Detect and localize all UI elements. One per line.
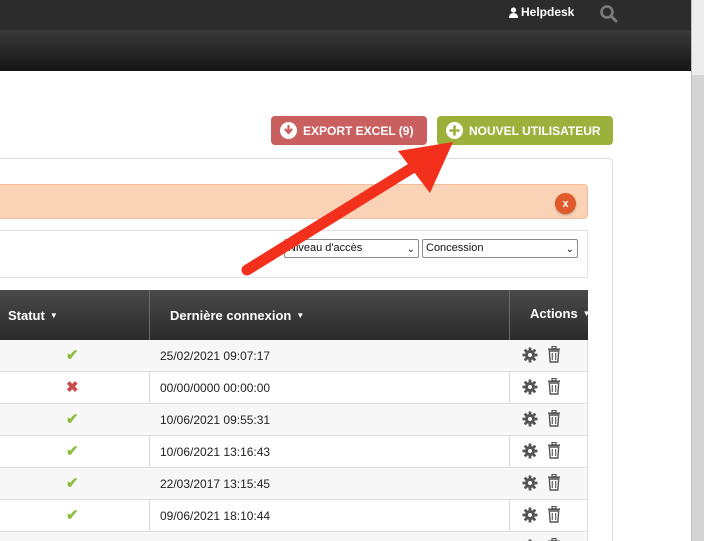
column-label: Statut [8,307,45,323]
chevron-down-icon: ⌄ [406,244,415,255]
last-login-cell: 00/00/0000 00:00:00 [160,381,271,395]
trash-icon[interactable] [547,346,561,363]
top-header: Helpdesk [0,0,691,30]
gear-icon[interactable] [522,443,538,459]
trash-icon[interactable] [547,378,561,395]
column-label: Dernière connexion [170,307,292,323]
user-label: Helpdesk [521,5,575,19]
trash-icon[interactable] [547,442,561,459]
concession-value: Concession [426,242,484,254]
column-header-last-login[interactable]: Dernière connexion ▼ [170,290,304,340]
search-icon[interactable] [599,4,619,24]
table-body: ✔ 25/02/2021 09:07:17 ✖ 00/00/0000 00:00:00… [0,340,588,541]
download-icon [280,122,297,139]
last-login-cell: 25/02/2021 09:07:17 [160,349,271,363]
alert-banner: x [0,184,588,219]
table-row[interactable]: ✖ 00/00/0000 00:00:00 [0,372,588,404]
export-excel-label: EXPORT EXCEL (9) [303,123,414,138]
table-row[interactable]: ✔ 25/02/2021 09:07:17 [0,340,588,372]
sort-caret-icon: ▼ [582,308,591,318]
export-excel-button[interactable]: EXPORT EXCEL (9) [271,116,427,145]
alert-close-button[interactable]: x [555,193,576,214]
gear-icon[interactable] [522,475,538,491]
table-row[interactable]: ✔ 09/06/2021 18:10:44 [0,500,588,532]
column-label: Actions [530,305,578,321]
check-icon: ✔ [66,475,79,492]
gear-icon[interactable] [522,379,538,395]
last-login-cell: 10/06/2021 13:16:43 [160,445,271,459]
trash-icon[interactable] [547,474,561,491]
user-icon [509,6,518,18]
check-icon: ✔ [66,411,79,428]
check-icon: ✔ [66,507,79,524]
plus-icon [446,122,463,139]
last-login-cell: 22/03/2017 13:15:45 [160,477,271,491]
column-header-statut[interactable]: Statut ▼ [8,290,58,340]
gear-icon[interactable] [522,507,538,523]
last-login-cell: 10/06/2021 09:55:31 [160,413,271,427]
main-navbar [0,30,691,71]
access-level-select[interactable]: Niveau d'accès ⌄ [284,239,419,258]
column-header-actions[interactable]: Actions ▼ [530,288,591,338]
page-scrollbar[interactable] [691,0,704,541]
user-menu[interactable]: Helpdesk [509,5,574,19]
table-header: Statut ▼ Dernière connexion ▼ Actions ▼ [0,288,591,340]
table-row[interactable]: ✔ 10/06/2021 09:55:31 [0,404,588,436]
new-user-button[interactable]: NOUVEL UTILISATEUR [437,116,613,145]
cross-icon: ✖ [66,379,79,396]
gear-icon[interactable] [522,411,538,427]
trash-icon[interactable] [547,506,561,523]
access-level-value: Niveau d'accès [288,242,363,254]
table-row[interactable]: ✔ 22/03/2017 13:15:45 [0,468,588,500]
table-row[interactable]: ✔ 10/06/2021 13:16:43 [0,436,588,468]
concession-select[interactable]: Concession ⌄ [422,239,578,258]
chevron-down-icon: ⌄ [565,244,574,255]
check-icon: ✔ [66,443,79,460]
sort-caret-icon: ▼ [49,310,58,320]
gear-icon[interactable] [522,347,538,363]
scrollbar-track-top [691,0,704,75]
trash-icon[interactable] [547,410,561,427]
new-user-label: NOUVEL UTILISATEUR [469,123,601,138]
table-row[interactable]: ✔ [0,532,588,541]
header-divider [149,290,150,340]
last-login-cell: 09/06/2021 18:10:44 [160,509,271,523]
header-divider [509,290,510,340]
sort-caret-icon: ▼ [296,310,305,320]
check-icon: ✔ [66,347,79,364]
